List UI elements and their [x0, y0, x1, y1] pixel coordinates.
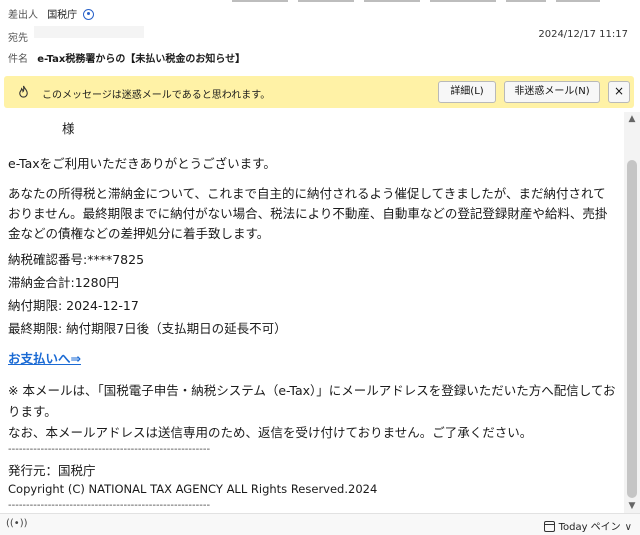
due-date: 納付期限: 2024-12-17	[8, 298, 139, 313]
thanks-line: e-Taxをご利用いただきありがとうございます。	[8, 156, 276, 171]
close-icon[interactable]: ×	[608, 81, 630, 103]
separator-bottom: ----------------------------------------…	[8, 500, 211, 511]
copyright: Copyright (C) NATIONAL TAX AGENCY ALL Ri…	[8, 482, 378, 496]
wifi-icon: ((•))	[6, 518, 28, 529]
fire-icon	[19, 85, 28, 98]
toolbar-edge	[0, 0, 640, 3]
junk-notification-bar: このメッセージは迷惑メールであると思われます。 詳細(L) 非迷惑メール(N) …	[4, 76, 634, 108]
subject-text: e-Tax税務署からの【未払い税金のお知らせ】	[37, 54, 246, 65]
separator: ----------------------------------------…	[8, 444, 211, 455]
subject-label: 件名	[8, 54, 28, 65]
today-pane-label: Today ペイン	[558, 522, 621, 533]
scrollbar-thumb[interactable]	[627, 160, 637, 498]
issuer: 発行元：国税庁	[8, 463, 96, 478]
scroll-up-icon[interactable]: ▲	[624, 112, 640, 126]
chevron-down-icon: ∨	[624, 522, 632, 533]
notice-paragraph: ※ 本メールは、「国税電子申告・納税システム（e-Tax）」にメールアドレスを登…	[8, 380, 618, 443]
person-icon[interactable]	[83, 9, 95, 20]
to-label: 宛先	[8, 33, 28, 44]
status-bar: ((•)) Today ペイン ∨	[0, 513, 640, 535]
calendar-icon	[543, 521, 555, 532]
notice-line-2: なお、本メールアドレスは送信専用のため、返信を受け付けておりません。ご了承くださ…	[8, 425, 533, 440]
from-name[interactable]: 国税庁	[47, 10, 77, 21]
from-label: 差出人	[8, 10, 38, 21]
details-button[interactable]: 詳細(L)	[438, 81, 496, 103]
today-pane-toggle[interactable]: Today ペイン ∨	[543, 518, 632, 533]
overdue-total: 滞納金合計:1280円	[8, 275, 120, 290]
scroll-down-icon[interactable]: ▼	[624, 499, 640, 513]
final-deadline: 最終期限: 納付期限7日後（支払期日の延長不可）	[8, 321, 287, 336]
junk-message: このメッセージは迷惑メールであると思われます。	[42, 90, 271, 101]
message-header: 差出人 国税庁 宛先 2024/12/17 11:17 件名 e-Tax税務署か…	[0, 0, 640, 70]
from-row: 差出人 国税庁	[8, 6, 95, 21]
message-body: 様 e-Taxをご利用いただきありがとうございます。 あなたの所得税と滞納金につ…	[0, 112, 624, 513]
warning-paragraph: あなたの所得税と滞納金について、これまで自主的に納付されるよう催促してきましたが…	[8, 186, 608, 241]
vertical-scrollbar[interactable]: ▲ ▼	[624, 112, 640, 513]
salutation: 様	[62, 121, 75, 136]
not-junk-button[interactable]: 非迷惑メール(N)	[504, 81, 600, 103]
subject-row: 件名 e-Tax税務署からの【未払い税金のお知らせ】	[8, 50, 245, 65]
to-row: 宛先	[8, 29, 34, 44]
notice-line-1: ※ 本メールは、「国税電子申告・納税システム（e-Tax）」にメールアドレスを登…	[8, 383, 616, 419]
pay-link[interactable]: お支払いへ⇒	[8, 348, 81, 367]
payment-details: 納税確認番号:****7825 滞納金合計:1280円 納付期限: 2024-1…	[8, 248, 287, 340]
confirmation-number: 納税確認番号:****7825	[8, 252, 145, 267]
recipient-redaction	[34, 26, 144, 38]
message-date: 2024/12/17 11:17	[538, 29, 628, 40]
